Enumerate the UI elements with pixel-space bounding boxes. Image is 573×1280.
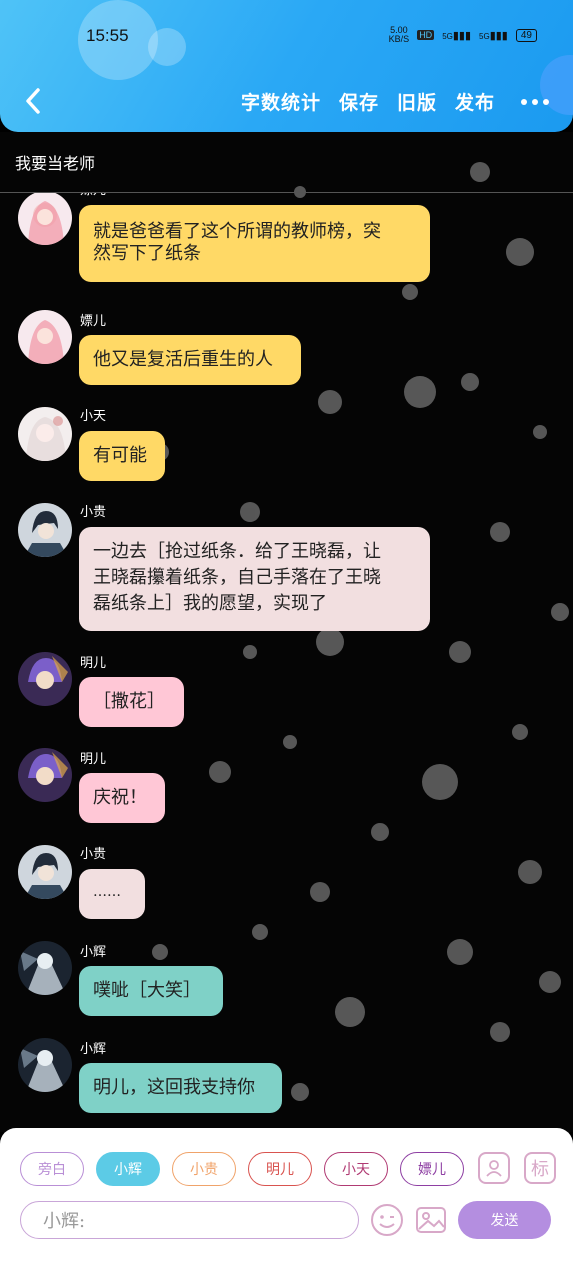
send-button[interactable]: 发送 [458,1201,551,1239]
message-bubble[interactable]: 明儿，这回我支持你 [79,1063,282,1113]
signal-icon: 5G▮▮▮ [479,29,508,42]
message-bubble[interactable]: 噗呲［大笑］ [79,966,223,1016]
net-speed: 5.00 KB/S [388,25,410,44]
avatar[interactable] [18,748,72,802]
signal-label: 5G [442,31,453,41]
nav-actions: 字数统计 保存 旧版 发布 [241,88,549,115]
avatar[interactable] [18,652,72,706]
sender-name: 小辉 [80,1042,107,1057]
role-chip-xiaohui[interactable]: 小辉 [96,1152,160,1186]
message-line: 磊纸条上］我的愿望，实现了 [93,593,327,614]
avatar[interactable] [18,407,72,461]
story-title-bar: 我要当老师 [0,142,573,193]
contact-icon[interactable] [478,1152,510,1184]
back-arrow-icon[interactable] [20,86,50,116]
avatar[interactable] [18,1038,72,1092]
message-line: 有可能 [93,445,147,466]
message-bubble[interactable]: 他又是复活后重生的人 [79,335,301,385]
role-chip-xiaotian[interactable]: 小天 [324,1152,388,1186]
message-bubble[interactable]: 一边去［抢过纸条．给了王晓磊，让 王晓磊攥着纸条，自己手落在了王晓 磊纸条上］我… [79,527,430,631]
save-button[interactable]: 保存 [339,88,379,115]
role-chip-minger[interactable]: 明儿 [248,1152,312,1186]
header-bar: 15:55 5.00 KB/S HD 5G▮▮▮ 5G▮▮▮ 49 字数统计 保… [0,0,573,132]
avatar[interactable] [18,845,72,899]
sender-name: 小天 [80,409,107,424]
message-line: 他又是复活后重生的人 [93,349,273,370]
decor-bubble [148,28,186,66]
story-title: 我要当老师 [15,154,96,173]
word-count-button[interactable]: 字数统计 [241,88,321,115]
status-time: 15:55 [86,26,129,45]
sender-name: 嫖儿 [80,193,106,198]
message-line: 明儿，这回我支持你 [93,1077,255,1098]
message-line: 庆祝！ [93,787,147,808]
avatar[interactable] [18,941,72,995]
sender-name: 小贵 [80,505,107,520]
message-input[interactable]: 小辉: [20,1201,359,1239]
message-bubble[interactable]: ［撒花］ [79,677,184,727]
image-icon[interactable] [414,1203,448,1237]
emoji-icon[interactable] [370,1203,404,1237]
message-line: …… [93,884,121,900]
avatar[interactable] [18,503,72,557]
message-bubble[interactable]: 就是爸爸看了这个所谓的教师榜，突 然写下了纸条 [79,205,430,282]
message-line: 噗呲［大笑］ [93,980,201,1001]
message-bubble[interactable]: 有可能 [79,431,165,481]
signal-icon: 5G▮▮▮ [442,29,472,42]
battery-icon: 49 [515,28,537,42]
input-placeholder: 小辉: [43,1211,86,1232]
sender-name: 小辉 [80,945,107,960]
chat-list: 嫖儿 就是爸爸看了这个所谓的教师榜，突 然写下了纸条 嫖儿 他又是复活后重生的人… [0,193,573,1128]
avatar[interactable] [18,310,72,364]
sender-name: 明儿 [80,752,107,767]
role-chip-piaoer[interactable]: 嫖儿 [400,1152,464,1186]
avatar[interactable] [18,193,72,245]
sender-name: 小贵 [80,847,107,862]
signal-label: 5G [479,31,490,41]
hd-badge: HD [417,30,435,40]
sender-name: 嫖儿 [80,314,107,329]
status-icons: 5.00 KB/S HD 5G▮▮▮ 5G▮▮▮ 49 [389,26,537,44]
more-icon[interactable] [521,98,549,105]
message-line: ［撒花］ [93,691,165,712]
label-icon[interactable]: 标 [524,1152,556,1184]
sender-name: 明儿 [80,656,107,671]
old-version-button[interactable]: 旧版 [397,88,437,115]
role-chip-narrator[interactable]: 旁白 [20,1152,84,1186]
message-bubble[interactable]: …… [79,869,145,919]
message-bubble[interactable]: 庆祝！ [79,773,165,823]
role-chip-xiaogui[interactable]: 小贵 [172,1152,236,1186]
input-panel: 旁白 小辉 小贵 明儿 小天 嫖儿 标 小辉: 发送 [0,1128,573,1280]
publish-button[interactable]: 发布 [455,88,495,115]
